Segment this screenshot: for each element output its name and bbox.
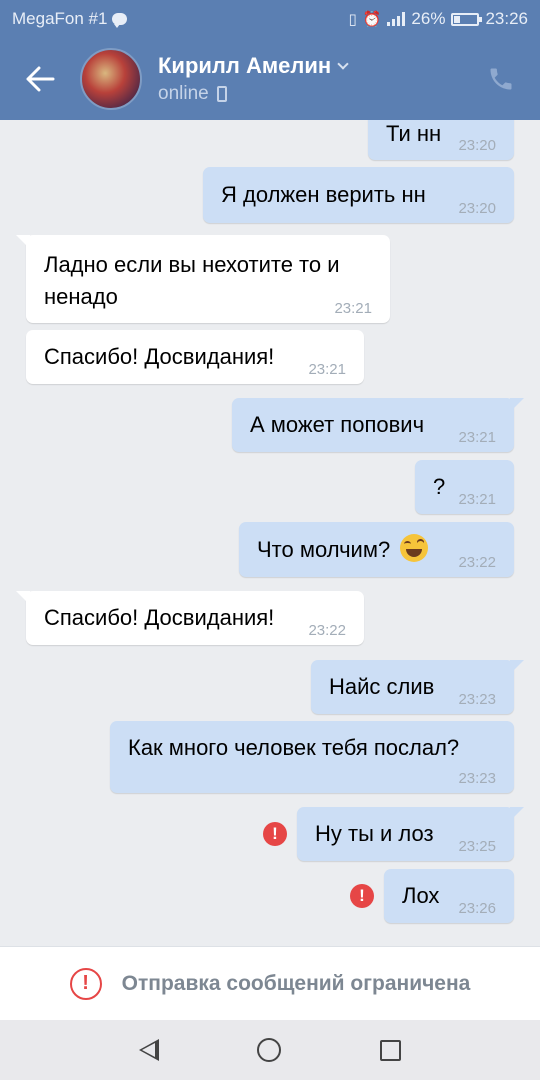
message-time: 23:22 [308, 622, 346, 639]
message-outgoing[interactable]: ? 23:21 [415, 460, 514, 514]
send-error-icon[interactable]: ! [263, 822, 287, 846]
message-time: 23:21 [458, 491, 496, 508]
send-error-icon[interactable]: ! [350, 884, 374, 908]
message-text: Ну ты и лоз [315, 821, 434, 846]
message-time: 23:23 [458, 691, 496, 708]
mobile-icon [216, 86, 227, 102]
message-time: 23:20 [458, 137, 496, 154]
message-text: Лох [402, 883, 440, 908]
message-list[interactable]: Ти нн 23:20 Я должен верить нн 23:20 Лад… [0, 120, 540, 946]
back-button[interactable] [0, 38, 80, 120]
chat-header: Кирилл Амелин online [0, 38, 540, 120]
message-text-group: Что молчим? [257, 534, 429, 566]
online-status: online [158, 83, 209, 104]
contact-name: Кирилл Амелин [158, 53, 332, 78]
message-incoming[interactable]: Спасибо! Досвидания! 23:22 [16, 591, 364, 645]
chevron-down-icon [337, 58, 349, 70]
message-text: Спасибо! Досвидания! [44, 605, 275, 630]
message-incoming[interactable]: Ладно если вы нехотите то и ненадо 23:21 [16, 235, 390, 323]
arrow-left-icon [26, 66, 55, 92]
message-text: Я должен верить нн [221, 182, 426, 207]
message-outgoing-failed[interactable]: Лох 23:26 [384, 869, 514, 923]
message-outgoing[interactable]: А может попович 23:21 [232, 398, 524, 452]
battery-fill [454, 15, 461, 23]
message-text-line-2: ненадо [44, 284, 118, 309]
message-time: 23:21 [458, 429, 496, 446]
message-outgoing[interactable]: Что молчим? 23:22 [239, 522, 514, 577]
message-text: Найс слив [329, 674, 435, 699]
message-time: 23:22 [458, 554, 496, 571]
circle-home-icon [257, 1038, 282, 1062]
message-incoming[interactable]: Спасибо! Досвидания! 23:21 [26, 330, 364, 384]
online-status-row: online [158, 83, 347, 105]
message-text: Что молчим? [257, 537, 391, 562]
bubble-tail [16, 235, 30, 249]
message-text: Ти нн [386, 121, 442, 146]
clock: 23:26 [485, 9, 528, 28]
nav-home-button[interactable] [257, 1038, 282, 1062]
message-time: 23:23 [458, 770, 496, 787]
triangle-back-icon [139, 1039, 160, 1061]
message-text-line-1: Ладно если вы нехотите то и [44, 252, 340, 277]
bubble-tail [510, 398, 524, 412]
message-time: 23:26 [458, 900, 496, 917]
chat-notification-icon [112, 13, 128, 28]
vibrate-icon: ▯ [348, 11, 357, 28]
bubble-tail [510, 807, 524, 821]
status-icons: ▯ ⏰ 26% 23:26 [348, 9, 528, 29]
message-outgoing[interactable]: Как много человек тебя послал? 23:23 [110, 721, 514, 793]
carrier-group: MegaFon #1 [12, 9, 128, 29]
message-time: 23:21 [308, 361, 346, 378]
message-text: Как много человек тебя послал? [128, 735, 460, 760]
warning-icon: ! [69, 967, 102, 1000]
bubble-tail [510, 660, 524, 674]
signal-icon [387, 12, 406, 26]
message-text: Спасибо! Досвидания! [44, 344, 275, 369]
messaging-restricted-bar: ! Отправка сообщений ограничена [0, 946, 540, 1020]
square-recent-icon [379, 1039, 401, 1061]
message-outgoing-failed[interactable]: Ну ты и лоз 23:25 [297, 807, 524, 861]
message-text: А может попович [250, 412, 425, 437]
message-outgoing[interactable]: Найс слив 23:23 [311, 660, 524, 714]
call-button[interactable] [484, 62, 518, 96]
battery-percent: 26% [411, 9, 446, 28]
navigation-bar [0, 1020, 540, 1080]
message-text: ? [433, 474, 446, 499]
message-outgoing[interactable]: Ти нн 23:20 [368, 120, 514, 160]
message-time: 23:25 [458, 838, 496, 855]
contact-name-row[interactable]: Кирилл Амелин [158, 53, 349, 79]
message-time: 23:21 [334, 300, 372, 317]
phone-icon [490, 68, 512, 90]
message-time: 23:20 [458, 200, 496, 217]
battery-icon [451, 12, 483, 26]
carrier-name: MegaFon #1 [12, 9, 108, 28]
nav-recent-button[interactable] [379, 1039, 401, 1061]
alarm-icon: ⏰ [362, 11, 382, 28]
restricted-text: Отправка сообщений ограничена [121, 971, 471, 995]
bubble-tail [16, 591, 30, 605]
message-outgoing[interactable]: Я должен верить нн 23:20 [203, 167, 514, 223]
laughing-emoji-icon [400, 534, 429, 562]
avatar[interactable] [80, 48, 142, 110]
contact-info[interactable]: Кирилл Амелин online [158, 53, 349, 105]
nav-back-button[interactable] [139, 1039, 160, 1061]
status-bar: MegaFon #1 ▯ ⏰ 26% 23:26 [0, 0, 540, 38]
